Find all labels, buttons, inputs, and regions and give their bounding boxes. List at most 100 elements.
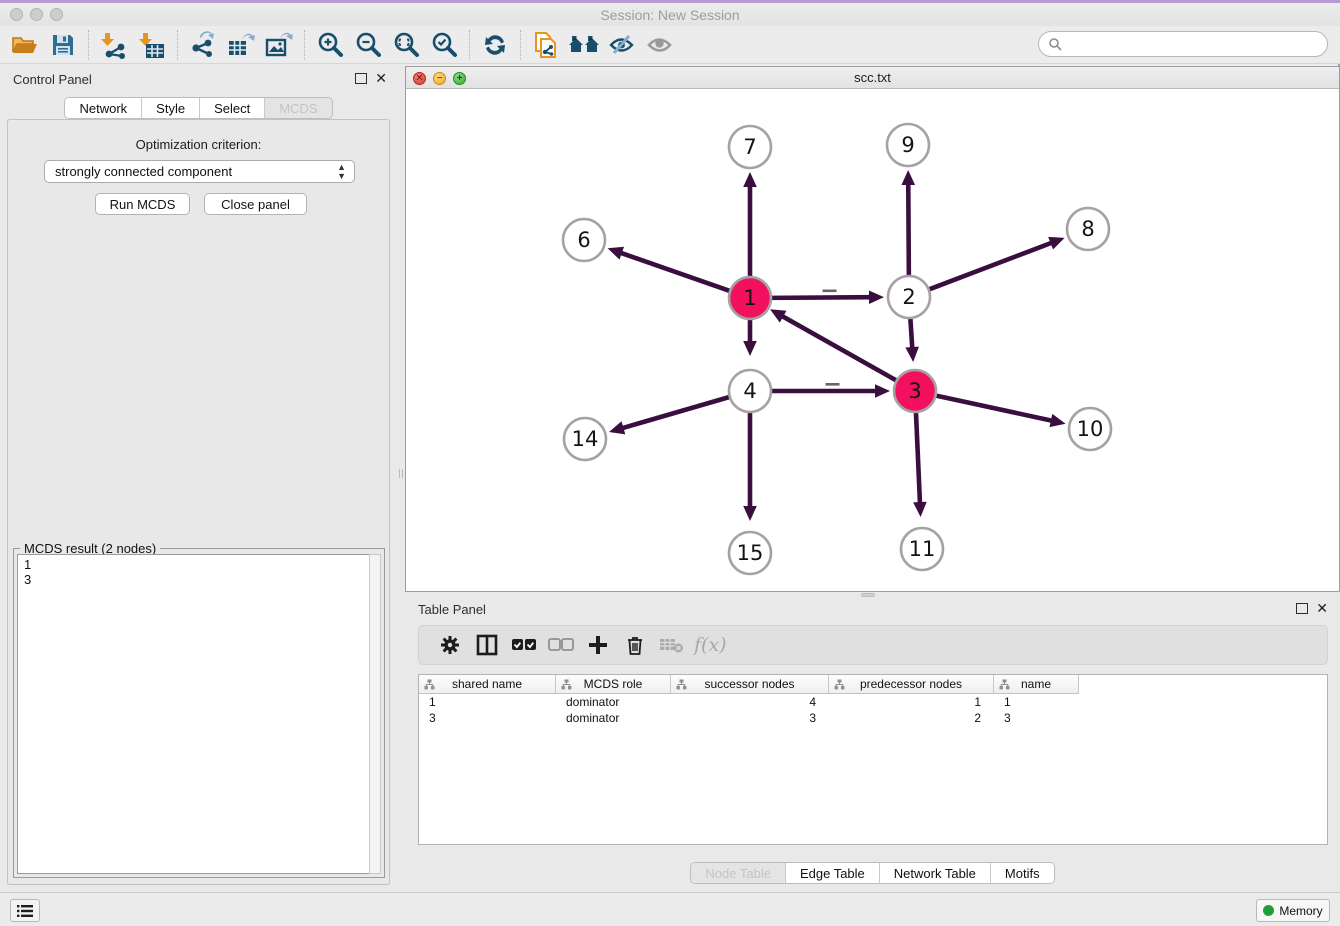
table-cell[interactable]: 3 — [419, 710, 556, 726]
function-builder-button[interactable]: f(x) — [694, 634, 727, 656]
deselect-all-button[interactable] — [542, 630, 579, 660]
table-cell[interactable]: 4 — [671, 694, 829, 710]
close-panel-button[interactable]: Close panel — [204, 193, 307, 215]
edge-3-1[interactable] — [780, 315, 896, 381]
table-cell[interactable]: 3 — [994, 710, 1079, 726]
arrowhead-icon — [743, 506, 757, 521]
edge-2-9[interactable] — [908, 182, 909, 276]
edge-3-10[interactable] — [936, 395, 1054, 421]
edge-2-8[interactable] — [929, 242, 1054, 289]
edge-1-2[interactable] — [771, 297, 872, 298]
table-cell[interactable]: dominator — [556, 710, 671, 726]
tab-style[interactable]: Style — [142, 98, 200, 118]
edge-2-3[interactable] — [910, 318, 912, 350]
mcds-result-text[interactable]: 1 3 — [17, 554, 369, 874]
arrowhead-icon — [743, 341, 757, 356]
table-row[interactable]: 1dominator411 — [419, 694, 1327, 710]
task-history-button[interactable] — [10, 899, 40, 922]
tab-motifs[interactable]: Motifs — [991, 863, 1054, 883]
table-cell[interactable]: 2 — [829, 710, 994, 726]
gear-button[interactable] — [431, 630, 468, 660]
edge-4-14[interactable] — [621, 397, 730, 429]
graph-node-label: 1 — [743, 286, 756, 310]
select-all-button[interactable] — [505, 630, 542, 660]
table-cell[interactable]: dominator — [556, 694, 671, 710]
column-header-shared-name[interactable]: shared name — [419, 675, 556, 694]
control-panel-header: Control Panel ✕ — [0, 70, 397, 90]
zoom-selected-button[interactable] — [425, 29, 463, 61]
add-column-button[interactable] — [579, 630, 616, 660]
criterion-dropdown[interactable]: strongly connected component ▲▼ — [44, 160, 355, 183]
arrowhead-icon — [869, 290, 884, 304]
toolbar-separator — [520, 30, 521, 60]
import-network-icon — [100, 31, 128, 59]
split-columns-icon — [476, 634, 498, 656]
gear-icon — [439, 634, 461, 656]
table-cell[interactable]: 3 — [671, 710, 829, 726]
column-header-predecessor-nodes[interactable]: predecessor nodes — [829, 675, 994, 694]
export-network-button[interactable] — [184, 29, 222, 61]
table-row[interactable]: 3dominator323 — [419, 710, 1327, 726]
memory-button[interactable]: Memory — [1256, 899, 1330, 922]
import-network-button[interactable] — [95, 29, 133, 61]
export-table-button[interactable] — [222, 29, 260, 61]
control-panel: Control Panel ✕ NetworkStyleSelectMCDS O… — [0, 64, 397, 892]
tab-select[interactable]: Select — [200, 98, 265, 118]
table-cell[interactable]: 1 — [419, 694, 556, 710]
edge-1-6[interactable] — [619, 252, 730, 291]
toolbar-separator — [304, 30, 305, 60]
table-cell[interactable]: 1 — [829, 694, 994, 710]
open-session-button[interactable] — [6, 29, 44, 61]
refresh-button[interactable] — [476, 29, 514, 61]
tab-network[interactable]: Network — [65, 98, 142, 118]
delete-table-icon — [659, 636, 685, 654]
column-sort-icon — [834, 679, 845, 690]
show-details-button[interactable] — [641, 29, 679, 61]
tab-mcds[interactable]: MCDS — [265, 98, 331, 118]
vertical-splitter[interactable] — [397, 64, 405, 892]
export-image-button[interactable] — [260, 29, 298, 61]
tab-node-table[interactable]: Node Table — [691, 863, 786, 883]
zoom-out-button[interactable] — [349, 29, 387, 61]
import-table-button[interactable] — [133, 29, 171, 61]
float-panel-icon[interactable] — [355, 73, 367, 84]
hide-details-button[interactable] — [603, 29, 641, 61]
search-icon — [1048, 37, 1062, 51]
clone-network-button[interactable] — [527, 29, 565, 61]
zoom-in-button[interactable] — [311, 29, 349, 61]
arrowhead-icon — [743, 172, 757, 187]
network-window-titlebar[interactable]: ✕ − + scc.txt — [406, 67, 1339, 89]
split-columns-button[interactable] — [468, 630, 505, 660]
delete-column-button[interactable] — [616, 630, 653, 660]
table-cell[interactable]: 1 — [994, 694, 1079, 710]
network-canvas[interactable]: 1234678910111415 — [406, 89, 1339, 591]
float-panel-icon[interactable] — [1296, 603, 1308, 614]
edge-3-11[interactable] — [916, 412, 920, 505]
tab-edge-table[interactable]: Edge Table — [786, 863, 880, 883]
list-icon — [16, 904, 34, 918]
import-table-icon — [138, 31, 166, 59]
edge-label — [823, 290, 837, 293]
zoom-fit-button[interactable] — [387, 29, 425, 61]
edge-label — [826, 383, 840, 386]
search-input[interactable] — [1067, 33, 1327, 55]
delete-table-button[interactable] — [653, 630, 690, 660]
tab-network-table[interactable]: Network Table — [880, 863, 991, 883]
run-mcds-button[interactable]: Run MCDS — [95, 193, 190, 215]
column-header-name[interactable]: name — [994, 675, 1079, 694]
column-header-MCDS-role[interactable]: MCDS role — [556, 675, 671, 694]
close-panel-icon[interactable]: ✕ — [375, 71, 387, 85]
close-panel-icon[interactable]: ✕ — [1316, 601, 1328, 615]
search-box[interactable] — [1038, 31, 1328, 57]
column-header-successor-nodes[interactable]: successor nodes — [671, 675, 829, 694]
result-scrollbar[interactable] — [369, 554, 381, 874]
column-sort-icon — [676, 679, 687, 690]
add-column-icon — [587, 634, 609, 656]
first-neighbors-button[interactable] — [565, 29, 603, 61]
graph-node-label: 7 — [743, 135, 756, 159]
save-session-button[interactable] — [44, 29, 82, 61]
graph-node-label: 14 — [572, 427, 599, 451]
node-table[interactable]: shared nameMCDS rolesuccessor nodesprede… — [418, 674, 1328, 845]
table-panel-title: Table Panel — [418, 602, 486, 617]
export-image-icon — [264, 31, 294, 59]
